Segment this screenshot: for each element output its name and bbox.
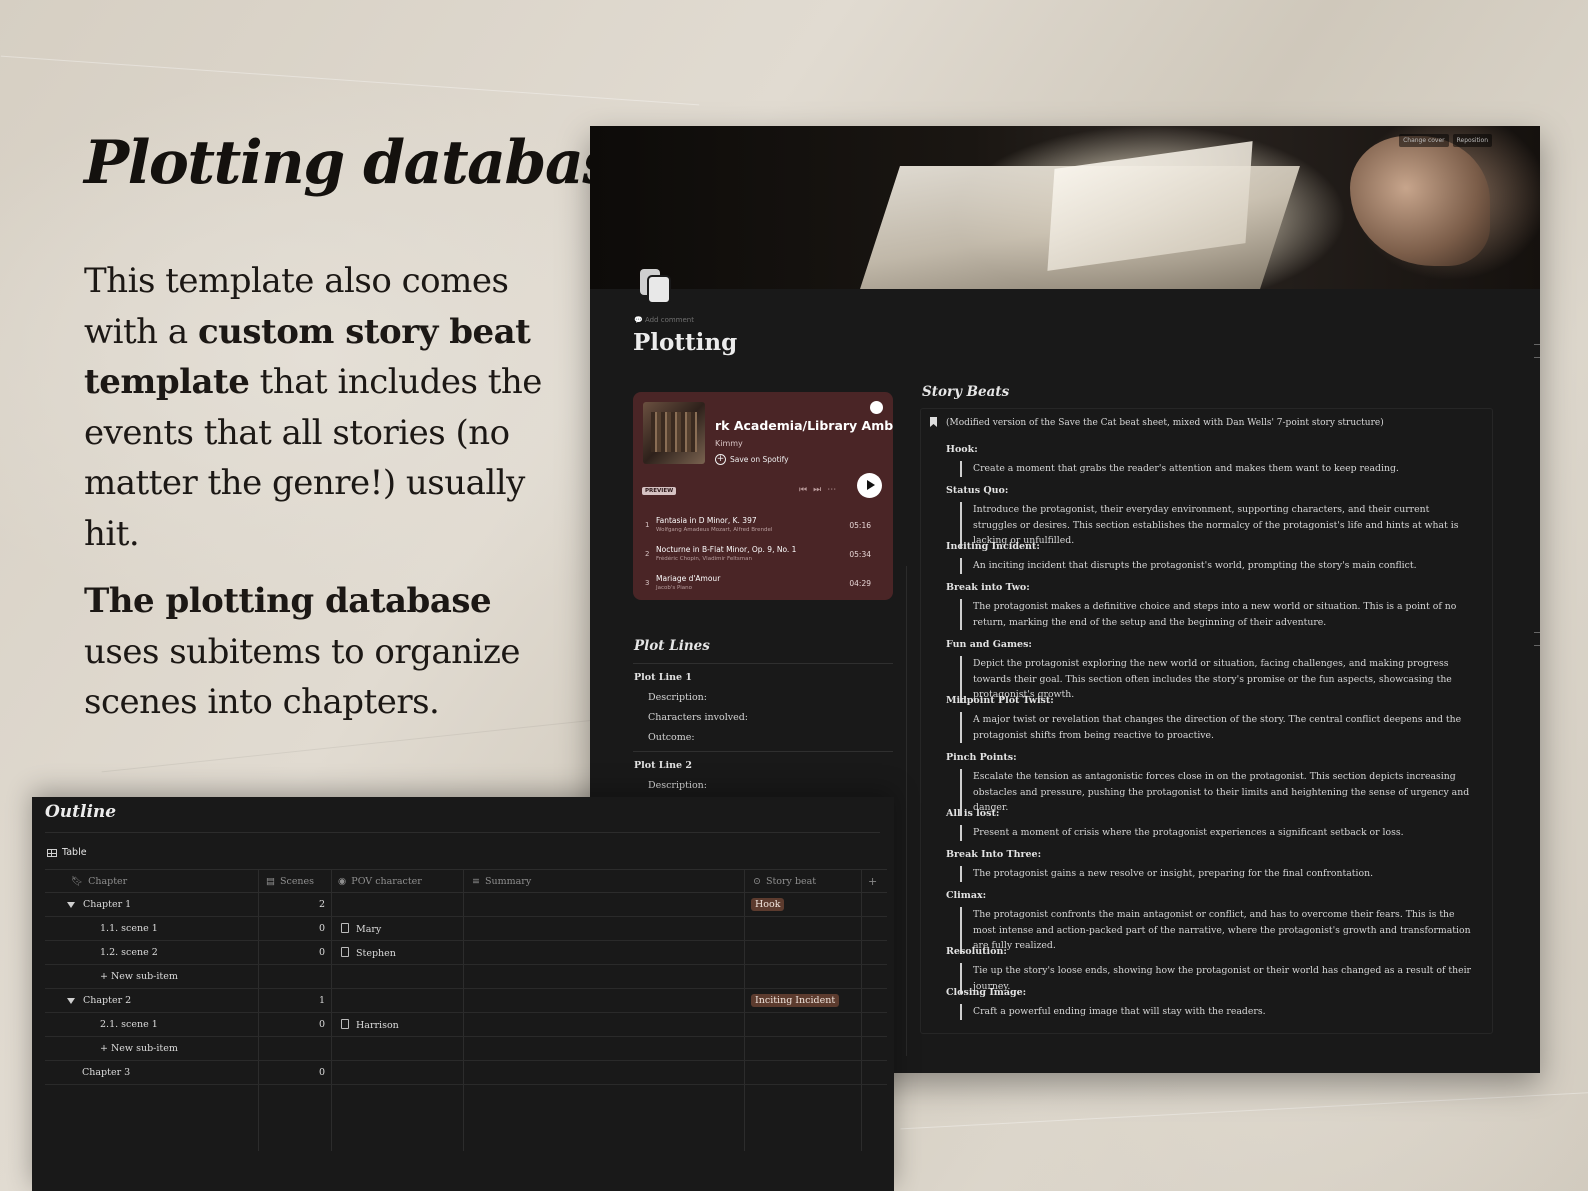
scenes-cell: 0 xyxy=(318,1019,325,1030)
chapter-cell[interactable]: Chapter 3 xyxy=(82,1067,130,1078)
beat-status-quo: Status Quo: Introduce the protagonist, th… xyxy=(946,485,1476,549)
new-sub-item-button[interactable]: + New sub-item xyxy=(100,1043,178,1054)
rollup-icon: ▤ xyxy=(266,876,275,887)
outline-toggle-icon[interactable] xyxy=(1534,344,1540,358)
beat-inciting-incident: Inciting Incident: An inciting incident t… xyxy=(946,541,1476,574)
column-scenes[interactable]: ▤ Scenes xyxy=(266,876,314,887)
chapter-cell[interactable]: 2.1. scene 1 xyxy=(100,1019,158,1030)
table-row[interactable]: 1.1. scene 1 0 Mary xyxy=(45,917,887,941)
story-beat-tag[interactable]: Inciting Incident xyxy=(751,994,840,1007)
track-row[interactable]: 3 Mariage d'Amour Jacob's Piano 04:29 xyxy=(633,570,893,598)
scenes-cell: 1 xyxy=(318,995,325,1006)
plus-circle-icon: + xyxy=(715,454,726,465)
select-icon: ⊙ xyxy=(753,876,761,887)
track-row[interactable]: 2 Nocturne in B-Flat Minor, Op. 9, No. 1F… xyxy=(633,541,893,569)
chapter-cell[interactable]: 1.1. scene 1 xyxy=(100,923,158,934)
story-beats-note: (Modified version of the Save the Cat be… xyxy=(946,418,1384,428)
plot-line-1-outcome: Outcome: xyxy=(648,732,695,743)
scenes-cell: 0 xyxy=(318,1067,325,1078)
plot-lines-heading: Plot Lines xyxy=(634,638,710,654)
beat-fun-and-games: Fun and Games: Depict the protagonist exp… xyxy=(946,639,1476,703)
pov-cell[interactable]: Harrison xyxy=(341,1019,399,1031)
beat-break-into-two: Break into Two: The protagonist makes a d… xyxy=(946,582,1476,630)
copy-icon[interactable] xyxy=(638,267,672,305)
add-comment-button[interactable]: 💬 Add comment xyxy=(634,316,694,324)
plot-line-1-description: Description: xyxy=(648,692,707,703)
table-icon xyxy=(47,848,57,857)
playlist-title[interactable]: rk Academia/Library Ambien xyxy=(715,418,893,433)
add-column-button[interactable]: + xyxy=(868,875,877,888)
preview-badge: PREVIEW xyxy=(642,487,677,495)
table-row[interactable]: Chapter 3 0 xyxy=(45,1061,887,1085)
change-cover-button[interactable]: Change cover xyxy=(1399,134,1449,147)
beat-pinch-points: Pinch Points: Escalate the tension as ant… xyxy=(946,752,1476,816)
page-title: Plotting xyxy=(633,329,738,356)
chapter-cell[interactable]: Chapter 1 xyxy=(67,899,131,910)
table-header: 🔖︎ Chapter ▤ Scenes ◉ POV character ≡ Summar… xyxy=(45,869,887,893)
table-row[interactable]: Chapter 1 2 Hook xyxy=(45,893,887,917)
page-icon xyxy=(341,1019,349,1029)
table-row[interactable]: 1.2. scene 2 0 Stephen xyxy=(45,941,887,965)
pov-cell[interactable]: Stephen xyxy=(341,947,396,959)
beat-climax: Climax: The protagonist confronts the mai… xyxy=(946,890,1476,954)
spotify-logo-icon[interactable] xyxy=(870,401,883,414)
new-sub-item-row[interactable]: + New sub-item xyxy=(45,1037,887,1061)
cover-image: Change cover Reposition xyxy=(590,126,1540,289)
column-divider xyxy=(906,566,907,1056)
beat-hook: Hook: Create a moment that grabs the read… xyxy=(946,444,1476,477)
new-sub-item-row[interactable]: + New sub-item xyxy=(45,965,887,989)
page-icon xyxy=(341,923,349,933)
intro-paragraph-1: This template also comes with a custom s… xyxy=(84,261,542,554)
divider xyxy=(633,663,893,664)
text-lines-icon: ≡ xyxy=(472,876,480,887)
toggle-triangle-icon[interactable] xyxy=(67,997,75,1004)
table-view-tab[interactable]: Table xyxy=(47,847,87,858)
chapter-cell[interactable]: Chapter 2 xyxy=(67,995,131,1006)
divider xyxy=(633,751,893,752)
player-controls[interactable]: ⏮⏭⋯ xyxy=(799,485,842,495)
plot-line-2-title: Plot Line 2 xyxy=(634,760,692,771)
plot-line-1-characters: Characters involved: xyxy=(648,712,749,723)
reposition-button[interactable]: Reposition xyxy=(1452,134,1492,147)
save-on-spotify-button[interactable]: + Save on Spotify xyxy=(715,454,789,465)
new-sub-item-button[interactable]: + New sub-item xyxy=(100,971,178,982)
plot-line-1-title: Plot Line 1 xyxy=(634,672,692,683)
beat-all-is-lost: All is lost: Present a moment of crisis w… xyxy=(946,808,1476,841)
track-row[interactable]: 1 Fantasia in D Minor, K. 397 Wolfgang Ama… xyxy=(633,512,893,540)
beat-midpoint: Midpoint Plot Twist: A major twist or rev… xyxy=(946,695,1476,743)
scenes-cell: 0 xyxy=(318,923,325,934)
toggle-triangle-icon[interactable] xyxy=(67,901,75,908)
chapter-cell[interactable]: 1.2. scene 2 xyxy=(100,947,158,958)
eye-icon: ◉ xyxy=(338,876,347,887)
outline-toggle-icon[interactable] xyxy=(1534,632,1540,646)
table-row[interactable]: Chapter 2 1 Inciting Incident xyxy=(45,989,887,1013)
plot-line-2-description: Description: xyxy=(648,780,707,791)
bookmark-icon: 🔖︎ xyxy=(71,876,84,887)
column-chapter[interactable]: 🔖︎ Chapter xyxy=(71,876,127,887)
page-icon xyxy=(341,947,349,957)
playlist-cover xyxy=(643,402,705,464)
intro-paragraph-2: The plotting database uses subitems to o… xyxy=(84,581,521,722)
beat-closing-image: Closing Image: Craft a powerful ending im… xyxy=(946,987,1476,1020)
table-row[interactable]: 2.1. scene 1 0 Harrison xyxy=(45,1013,887,1037)
outline-title: Outline xyxy=(45,802,117,822)
pov-cell[interactable]: Mary xyxy=(341,923,381,935)
spotify-embed: rk Academia/Library Ambien Kimmy +Save o… xyxy=(633,392,893,600)
story-beat-tag[interactable]: Hook xyxy=(751,898,785,911)
column-pov-character[interactable]: ◉ POV character xyxy=(338,876,422,887)
divider xyxy=(45,832,880,833)
story-beats-heading: Story Beats xyxy=(922,384,1010,400)
beat-break-into-three: Break Into Three: The protagonist gains a… xyxy=(946,849,1476,882)
column-summary[interactable]: ≡ Summary xyxy=(472,876,531,887)
outline-database-window: Outline Table 🔖︎ Chapter ▤ Scenes ◉ POV cha… xyxy=(32,797,894,1191)
cover-hand xyxy=(1350,136,1490,266)
column-story-beat[interactable]: ⊙ Story beat xyxy=(753,876,816,887)
play-button[interactable] xyxy=(857,473,882,498)
headline: Plotting database xyxy=(84,128,653,198)
playlist-artist[interactable]: Kimmy xyxy=(715,439,743,448)
scenes-cell: 2 xyxy=(318,899,325,910)
scenes-cell: 0 xyxy=(318,947,325,958)
